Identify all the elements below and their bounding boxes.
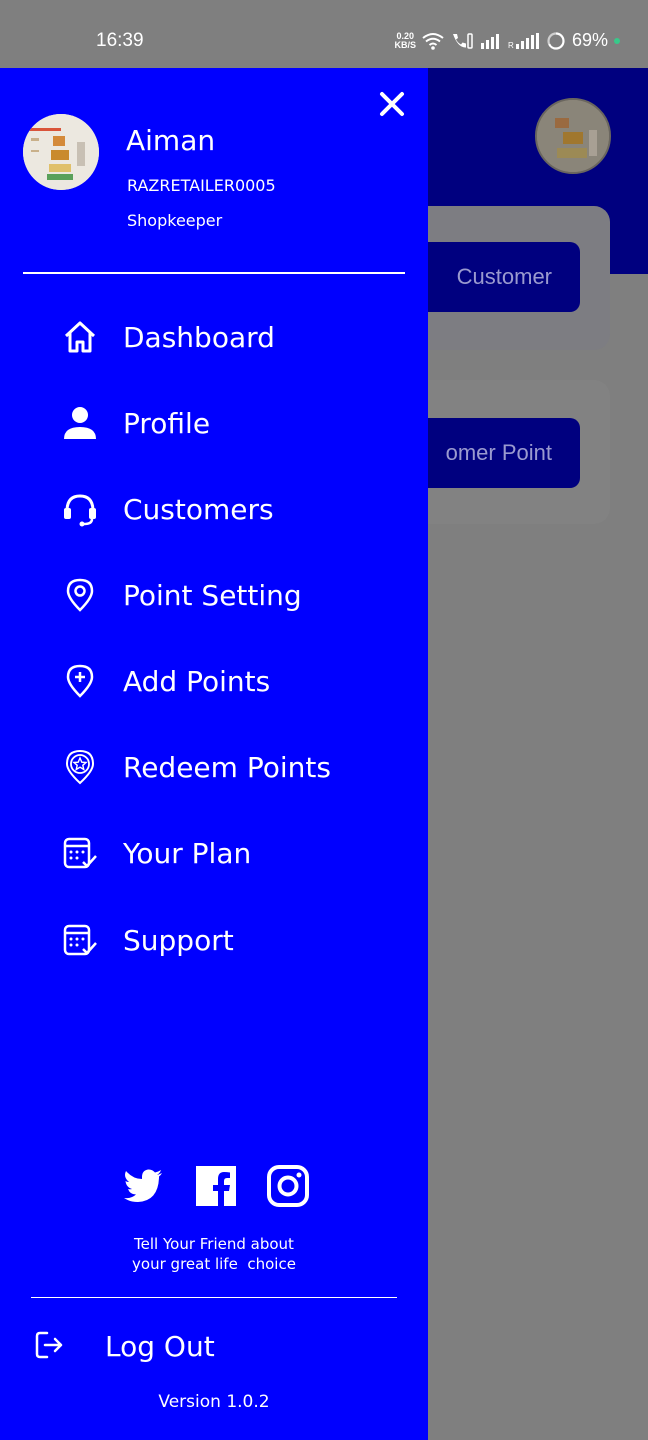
network-speed: 0.20 KB/S [394,31,416,50]
navigation-drawer: Aiman RAZRETAILER0005 Shopkeeper Dashboa… [0,68,428,1440]
battery-icon [547,31,565,50]
location-pin-icon [62,577,98,613]
menu-item-profile[interactable]: Profile [0,388,428,458]
divider [31,1297,397,1298]
menu-item-add-points[interactable]: Add Points [0,646,428,716]
status-icons: 0.20 KB/S R 69% [394,30,620,51]
logout-label: Log Out [105,1330,215,1363]
person-icon [62,405,98,441]
add-pin-icon [62,663,98,699]
background-avatar [535,98,611,174]
facebook-icon[interactable] [194,1164,238,1208]
instagram-icon[interactable] [266,1164,310,1208]
user-name: Aiman [126,124,216,157]
menu-label: Profile [123,406,211,440]
headset-icon [62,491,98,527]
app-version: Version 1.0.2 [158,1392,270,1412]
signal-icon [480,33,499,49]
menu-label: Redeem Points [123,750,331,784]
logout-icon [34,1330,64,1360]
status-time: 16:39 [96,30,144,51]
menu-item-your-plan[interactable]: Your Plan [0,818,428,888]
calendar-check-icon [62,922,98,958]
signal-r-icon: R [508,32,539,49]
user-role: Shopkeeper [127,211,223,230]
menu-label: Support [123,923,234,957]
call-icon [452,32,473,49]
menu-item-customers[interactable]: Customers [0,474,428,544]
home-icon [62,319,98,355]
menu-label: Dashboard [123,320,275,354]
star-badge-icon [62,749,98,785]
menu-item-point-setting[interactable]: Point Setting [0,560,428,630]
close-icon [380,92,404,116]
tagline-line-1: Tell Your Friend about [134,1235,294,1253]
user-id: RAZRETAILER0005 [127,176,276,195]
menu-item-dashboard[interactable]: Dashboard [0,302,428,372]
divider [23,272,405,274]
menu-label: Point Setting [123,578,302,612]
twitter-icon[interactable] [122,1164,166,1208]
logout-button[interactable]: Log Out [0,1318,428,1378]
calendar-check-icon [62,835,98,871]
menu-item-redeem-points[interactable]: Redeem Points [0,732,428,802]
menu-label: Customers [123,492,274,526]
menu-item-support[interactable]: Support [0,905,428,975]
tagline-line-2: your great life choice [132,1255,296,1273]
avatar-image [23,114,99,190]
tagline: Tell Your Friend about your great life c… [100,1234,328,1274]
speed-unit: KB/S [394,39,416,50]
privacy-dot [614,37,620,44]
close-button[interactable] [374,86,410,122]
menu-label: Your Plan [123,836,252,870]
svg-text:R: R [508,41,514,49]
avatar[interactable] [23,114,99,190]
battery-percent: 69% [571,30,608,50]
social-links [120,1164,310,1210]
wifi-icon [422,32,444,50]
menu-label: Add Points [123,664,271,698]
